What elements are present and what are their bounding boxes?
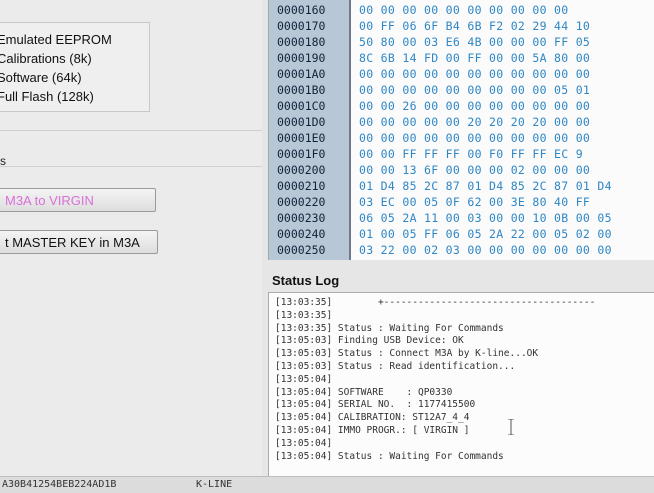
status-bar-connection: K-LINE (196, 479, 233, 490)
hex-address: 0000180 (277, 35, 326, 49)
hex-bytes[interactable]: 00 00 13 6F 00 00 00 02 00 00 00 (359, 162, 590, 178)
radio-software[interactable]: Software (64k) (0, 70, 82, 85)
hex-address: 0000200 (277, 163, 326, 177)
status-log-title: Status Log (272, 273, 340, 288)
radio-calibrations[interactable]: Calibrations (8k) (0, 51, 92, 66)
hex-address: 00001F0 (277, 147, 326, 161)
log-line: [13:03:35] Status : Waiting For Commands (275, 322, 504, 334)
hex-address: 0000250 (277, 243, 326, 257)
m3a-to-virgin-button[interactable]: M3A to VIRGIN (0, 188, 156, 212)
hex-address: 0000190 (277, 51, 326, 65)
hex-address: 0000170 (277, 19, 326, 33)
hex-viewer[interactable]: 0000160 00 00 00 00 00 00 00 00 00 00 0000… (268, 0, 654, 260)
status-log[interactable]: [13:03:35] +----------------------------… (268, 292, 654, 477)
hex-row[interactable]: 0000160 00 00 00 00 00 00 00 00 00 00 (269, 2, 654, 18)
hex-row[interactable]: 0000170 00 FF 06 6F B4 6B F2 02 29 44 10 (269, 18, 654, 34)
hex-bytes[interactable]: 00 00 26 00 00 00 00 00 00 00 00 (359, 98, 590, 114)
hex-row[interactable]: 00001F0 00 00 FF FF FF 00 F0 FF FF EC 9 (269, 146, 654, 162)
status-bar-id: A30B41254BEB224AD1B (2, 479, 117, 490)
hex-row[interactable]: 00001B0 00 00 00 00 00 00 00 00 00 05 01 (269, 82, 654, 98)
hex-address: 0000210 (277, 179, 326, 193)
log-line: [13:05:04] SOFTWARE : QP0330 (275, 386, 453, 398)
hex-row[interactable]: 0000180 50 80 00 03 E6 4B 00 00 00 FF 05 (269, 34, 654, 50)
hex-row[interactable]: 0000190 8C 6B 14 FD 00 FF 00 00 5A 80 00 (269, 50, 654, 66)
hex-address: 0000220 (277, 195, 326, 209)
hex-bytes[interactable]: 03 22 00 02 03 00 00 00 00 00 00 00 (359, 242, 612, 258)
log-line: [13:05:04] Status : Waiting For Commands (275, 450, 504, 462)
hex-bytes[interactable]: 03 EC 00 05 0F 62 00 3E 80 40 FF (359, 194, 590, 210)
hex-bytes[interactable]: 06 05 2A 11 00 03 00 00 10 0B 00 05 (359, 210, 612, 226)
hex-address: 00001B0 (277, 83, 326, 97)
memory-type-group: Emulated EEPROM Calibrations (8k) Softwa… (0, 22, 150, 112)
hex-bytes[interactable]: 00 FF 06 6F B4 6B F2 02 29 44 10 (359, 18, 590, 34)
log-line: [13:05:04] CALIBRATION: ST12A7_4_4 (275, 412, 470, 424)
hex-row[interactable]: 0000200 00 00 13 6F 00 00 00 02 00 00 00 (269, 162, 654, 178)
log-line: [13:05:04] IMMO PROGR.: [ VIRGIN ] (275, 425, 470, 436)
hex-bytes[interactable]: 01 00 05 FF 06 05 2A 22 00 05 02 00 (359, 226, 612, 242)
hex-bytes[interactable]: 00 00 FF FF FF 00 F0 FF FF EC 9 (359, 146, 583, 162)
hex-bytes[interactable]: 00 00 00 00 00 00 00 00 00 00 00 (359, 66, 590, 82)
hex-bytes[interactable]: 00 00 00 00 00 20 20 20 20 00 00 (359, 114, 590, 130)
hex-address: 00001C0 (277, 99, 326, 113)
status-bar: A30B41254BEB224AD1B K-LINE (0, 476, 654, 493)
log-line: [13:05:04] (275, 373, 333, 385)
log-line: [13:05:03] Status : Read identification.… (275, 361, 516, 372)
log-line: [13:05:04] (275, 437, 333, 449)
hex-row[interactable]: 0000240 01 00 05 FF 06 05 2A 22 00 05 02 … (269, 226, 654, 242)
hex-address: 00001D0 (277, 115, 326, 129)
hex-row[interactable]: 00001A0 00 00 00 00 00 00 00 00 00 00 00 (269, 66, 654, 82)
hex-bytes[interactable]: 00 00 00 00 00 00 00 00 00 05 01 (359, 82, 590, 98)
hex-row[interactable]: 0000220 03 EC 00 05 0F 62 00 3E 80 40 FF (269, 194, 654, 210)
hex-row[interactable]: 0000230 06 05 2A 11 00 03 00 00 10 0B 00 … (269, 210, 654, 226)
separator (0, 130, 262, 131)
hex-row[interactable]: 00001D0 00 00 00 00 00 20 20 20 20 00 00 (269, 114, 654, 130)
hex-row[interactable]: 00001E0 00 00 00 00 00 00 00 00 00 00 00 (269, 130, 654, 146)
hex-address: 00001A0 (277, 67, 326, 81)
hex-bytes[interactable]: 00 00 00 00 00 00 00 00 00 00 00 (359, 130, 590, 146)
left-panel: Emulated EEPROM Calibrations (8k) Softwa… (0, 0, 262, 476)
master-key-button[interactable]: t MASTER KEY in M3A (0, 230, 158, 254)
separator (0, 166, 262, 167)
log-line: [13:03:35] +----------------------------… (275, 297, 596, 308)
hex-bytes[interactable]: 8C 6B 14 FD 00 FF 00 00 5A 80 00 (359, 50, 590, 66)
hex-row[interactable]: 0000250 03 22 00 02 03 00 00 00 00 00 00 … (269, 242, 654, 258)
hex-bytes[interactable]: 50 80 00 03 E6 4B 00 00 00 FF 05 (359, 34, 590, 50)
hex-bytes[interactable]: 01 D4 85 2C 87 01 D4 85 2C 87 01 D4 (359, 178, 612, 194)
hex-row[interactable]: 00001C0 00 00 26 00 00 00 00 00 00 00 00 (269, 98, 654, 114)
hex-address: 0000230 (277, 211, 326, 225)
hex-bytes[interactable]: 00 00 00 00 00 00 00 00 00 00 (359, 2, 568, 18)
log-line: [13:05:04] SERIAL NO. : 1177415500 (275, 399, 476, 411)
text-cursor-icon (508, 419, 514, 435)
hex-address: 00001E0 (277, 131, 326, 145)
log-line: [13:05:03] Status : Connect M3A by K-lin… (275, 348, 539, 360)
hex-address: 0000160 (277, 3, 326, 17)
log-line: [13:03:35] (275, 309, 333, 321)
log-line: [13:05:03] Finding USB Device: OK (275, 335, 464, 347)
radio-emulated-eeprom[interactable]: Emulated EEPROM (0, 32, 112, 47)
hex-address: 0000240 (277, 227, 326, 241)
radio-full-flash[interactable]: Full Flash (128k) (0, 89, 94, 104)
hex-row[interactable]: 0000210 01 D4 85 2C 87 01 D4 85 2C 87 01 … (269, 178, 654, 194)
